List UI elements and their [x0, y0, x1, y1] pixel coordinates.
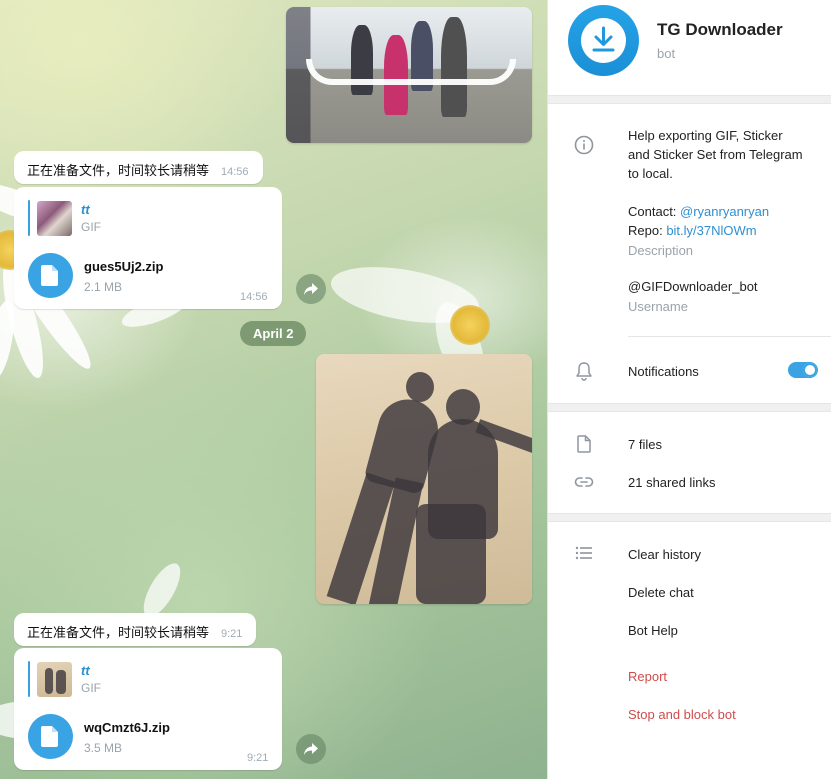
preparing-message: 正在准备文件，时间较长请稍等 9:21	[14, 613, 256, 646]
description-line: and Sticker Set from Telegram	[628, 147, 803, 162]
message-time: 9:21	[247, 752, 269, 764]
bell-icon	[576, 362, 592, 381]
contact-link[interactable]: @ryanryanryan	[680, 204, 769, 219]
info-icon	[574, 135, 594, 155]
repo-line: Repo: bit.ly/37NlOWm	[628, 221, 757, 240]
document-icon	[41, 265, 58, 286]
delete-chat-button[interactable]: Delete chat	[628, 583, 694, 602]
link-icon	[574, 477, 594, 487]
download-icon	[592, 26, 615, 52]
forward-arrow-icon	[304, 283, 318, 295]
section-gap	[548, 513, 831, 522]
reply-type: GIF	[81, 220, 101, 234]
message-time: 9:21	[221, 628, 243, 640]
reply-thumbnail[interactable]	[37, 201, 72, 236]
bot-avatar[interactable]	[568, 5, 639, 76]
divider	[628, 336, 831, 337]
file-name[interactable]: wqCmzt6J.zip	[84, 720, 170, 735]
description-caption: Description	[628, 243, 694, 258]
message-text: 正在准备文件，时间较长请稍等	[27, 163, 210, 178]
file-message: tt GIF gues5Uj2.zip 2.1 MB 14:56	[14, 187, 282, 309]
forward-button[interactable]	[296, 274, 326, 304]
notifications-label: Notifications	[628, 364, 699, 379]
document-icon	[41, 726, 58, 747]
reply-author[interactable]: tt	[81, 663, 90, 678]
shared-links-item[interactable]: 21 shared links	[628, 473, 715, 492]
file-size: 3.5 MB	[84, 741, 123, 755]
file-name[interactable]: gues5Uj2.zip	[84, 259, 163, 274]
notifications-toggle[interactable]	[788, 362, 818, 378]
message-time: 14:56	[221, 166, 249, 178]
message-time: 14:56	[240, 291, 268, 303]
bot-name: TG Downloader	[657, 20, 783, 39]
date-separator: April 2	[240, 321, 307, 346]
bot-info-panel: TG Downloader bot Help exporting GIF, St…	[547, 0, 831, 779]
stop-block-bot-button[interactable]: Stop and block bot	[628, 705, 736, 724]
clear-history-button[interactable]: Clear history	[628, 545, 701, 564]
report-button[interactable]: Report	[628, 667, 667, 686]
file-download-button[interactable]	[28, 253, 73, 298]
toggle-knob	[803, 363, 817, 377]
message-text: 正在准备文件，时间较长请稍等	[27, 625, 210, 640]
forward-arrow-icon	[304, 743, 318, 755]
file-icon	[577, 435, 591, 453]
contact-line: Contact: @ryanryanryan	[628, 202, 769, 221]
list-icon	[575, 546, 592, 560]
forward-button[interactable]	[296, 734, 326, 764]
username[interactable]: @GIFDownloader_bot	[628, 277, 758, 296]
contact-label: Contact:	[628, 204, 681, 219]
gif-preview-image[interactable]	[316, 354, 532, 604]
reply-type: GIF	[81, 681, 101, 695]
bot-description: Help exporting GIF, Sticker and Sticker …	[628, 126, 803, 183]
repo-label: Repo:	[628, 223, 667, 238]
username-caption: Username	[628, 299, 688, 314]
bot-status: bot	[657, 46, 676, 61]
gif-preview-image[interactable]	[286, 7, 532, 143]
bot-help-button[interactable]: Bot Help	[628, 621, 678, 640]
file-size: 2.1 MB	[84, 280, 123, 294]
reply-bar	[28, 661, 30, 697]
description-line: Help exporting GIF, Sticker	[628, 128, 783, 143]
reply-bar	[28, 200, 30, 236]
file-download-button[interactable]	[28, 714, 73, 759]
chat-area: 正在准备文件，时间较长请稍等 14:56 tt GIF gues5Uj2.zip…	[0, 0, 547, 779]
preparing-message: 正在准备文件，时间较长请稍等 14:56	[14, 151, 263, 184]
reply-author[interactable]: tt	[81, 202, 90, 217]
shared-files-item[interactable]: 7 files	[628, 435, 662, 454]
description-line: to local.	[628, 166, 673, 181]
reply-thumbnail[interactable]	[37, 662, 72, 697]
file-message: tt GIF wqCmzt6J.zip 3.5 MB 9:21	[14, 648, 282, 770]
repo-link[interactable]: bit.ly/37NlOWm	[666, 223, 756, 238]
section-gap	[548, 95, 831, 104]
section-gap	[548, 403, 831, 412]
